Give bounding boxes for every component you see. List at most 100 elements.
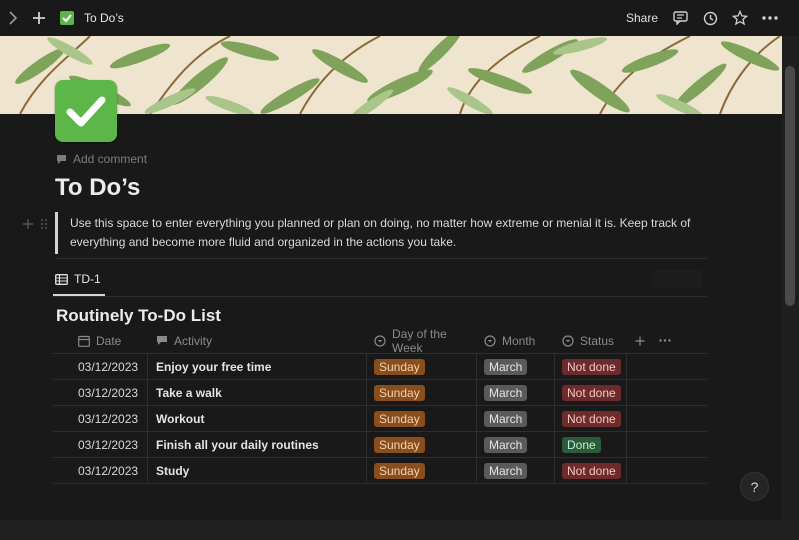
star-icon[interactable] [732, 10, 748, 26]
status-tag: Done [562, 436, 601, 453]
cell-date[interactable]: 03/12/2023 [53, 380, 148, 405]
day-tag: Sunday [374, 462, 425, 479]
cell-day[interactable]: Sunday [367, 380, 477, 405]
cell-activity[interactable]: Enjoy your free time [148, 354, 367, 379]
cell-empty [627, 354, 707, 379]
tab-td-1[interactable]: TD-1 [55, 272, 101, 286]
divider [53, 296, 707, 297]
cell-activity[interactable]: Take a walk [148, 380, 367, 405]
cell-date[interactable]: 03/12/2023 [53, 406, 148, 431]
block-handles[interactable] [22, 218, 48, 230]
top-bar: To Do’s Share [0, 0, 782, 36]
calendar-icon [78, 335, 90, 347]
table-row[interactable]: 03/12/2023 Take a walk Sunday March Not … [53, 380, 707, 406]
database-table: Date Activity Day of the Week Month Stat… [53, 326, 707, 484]
cell-status[interactable]: Not done [555, 354, 627, 379]
day-tag: Sunday [374, 410, 425, 427]
cell-month[interactable]: March [477, 406, 555, 431]
column-header-label: Month [502, 333, 536, 348]
cell-empty [627, 458, 707, 483]
cell-month[interactable]: March [477, 458, 555, 483]
table-row[interactable]: 03/12/2023 Study Sunday March Not done [53, 458, 707, 484]
cell-activity[interactable]: Workout [148, 406, 367, 431]
add-comment-button[interactable]: Add comment [56, 152, 147, 166]
cell-month[interactable]: March [477, 354, 555, 379]
cell-day[interactable]: Sunday [367, 406, 477, 431]
cell-day[interactable]: Sunday [367, 458, 477, 483]
add-comment-label: Add comment [73, 152, 148, 166]
share-button[interactable]: Share [626, 11, 658, 25]
cell-date[interactable]: 03/12/2023 [53, 432, 148, 457]
column-header-label: Date [96, 333, 122, 348]
cell-day[interactable]: Sunday [367, 432, 477, 457]
more-options-icon[interactable] [659, 339, 671, 342]
column-header-status[interactable]: Status [555, 328, 627, 353]
breadcrumb-title[interactable]: To Do’s [84, 11, 124, 25]
month-tag: March [484, 436, 528, 453]
month-tag: March [484, 358, 528, 375]
month-tag: March [484, 410, 528, 427]
cell-status[interactable]: Not done [555, 406, 627, 431]
cell-month[interactable]: March [477, 380, 555, 405]
cell-empty [627, 380, 707, 405]
os-taskbar [0, 520, 799, 540]
table-header: Date Activity Day of the Week Month Stat… [53, 326, 707, 355]
top-bar-left: To Do’s [8, 11, 124, 25]
cell-activity[interactable]: Study [148, 458, 367, 483]
month-tag: March [484, 462, 528, 479]
cell-empty [627, 432, 707, 457]
cell-activity[interactable]: Finish all your daily routines [148, 432, 367, 457]
column-header-month[interactable]: Month [477, 328, 555, 353]
column-actions [627, 328, 707, 353]
vertical-scrollbar[interactable] [782, 36, 799, 520]
day-tag: Sunday [374, 384, 425, 401]
column-header-activity[interactable]: Activity [148, 328, 367, 353]
comment-icon[interactable] [672, 10, 688, 26]
table-icon [55, 273, 68, 285]
database-title[interactable]: Routinely To-Do List [56, 306, 221, 326]
cell-empty [627, 406, 707, 431]
column-header-label: Activity [174, 333, 213, 348]
tab-label: TD-1 [74, 272, 101, 286]
day-tag: Sunday [374, 358, 425, 375]
divider [55, 258, 707, 259]
status-tag: Not done [562, 358, 621, 375]
column-header-label: Day of the Week [392, 326, 447, 355]
status-tag: Not done [562, 462, 621, 479]
cell-date[interactable]: 03/12/2023 [53, 458, 148, 483]
top-bar-right: Share [626, 0, 778, 36]
quote-block[interactable]: Use this space to enter everything you p… [55, 212, 705, 254]
new-button-ghost[interactable] [652, 270, 702, 288]
cell-status[interactable]: Done [555, 432, 627, 457]
table-row[interactable]: 03/12/2023 Enjoy your free time Sunday M… [53, 354, 707, 380]
day-tag: Sunday [374, 436, 425, 453]
check-emoji-icon [60, 11, 74, 25]
column-header-label: Status [580, 333, 615, 348]
history-icon[interactable] [702, 10, 718, 26]
chevron-right-icon[interactable] [8, 11, 26, 25]
add-block-icon[interactable] [22, 218, 34, 230]
table-row[interactable]: 03/12/2023 Finish all your daily routine… [53, 432, 707, 458]
cell-day[interactable]: Sunday [367, 354, 477, 379]
select-circle-icon [562, 334, 574, 347]
page-title[interactable]: To Do’s [55, 174, 140, 202]
column-header-day-of-week[interactable]: Day of the Week [367, 326, 477, 355]
page-icon[interactable] [55, 80, 117, 142]
month-tag: March [484, 384, 528, 401]
cell-status[interactable]: Not done [555, 458, 627, 483]
status-tag: Not done [562, 384, 621, 401]
help-button[interactable]: ? [740, 472, 769, 501]
drag-handle-icon[interactable] [40, 218, 48, 230]
column-header-date[interactable]: Date [53, 328, 148, 353]
comment-bubble-icon [56, 154, 67, 165]
cell-date[interactable]: 03/12/2023 [53, 354, 148, 379]
cell-status[interactable]: Not done [555, 380, 627, 405]
more-icon[interactable] [762, 10, 778, 26]
select-circle-icon [484, 334, 496, 347]
add-property-icon[interactable] [635, 336, 645, 346]
plus-icon[interactable] [32, 11, 50, 25]
scrollbar-thumb[interactable] [785, 66, 795, 306]
cover-image[interactable] [0, 36, 782, 114]
cell-month[interactable]: March [477, 432, 555, 457]
table-row[interactable]: 03/12/2023 Workout Sunday March Not done [53, 406, 707, 432]
